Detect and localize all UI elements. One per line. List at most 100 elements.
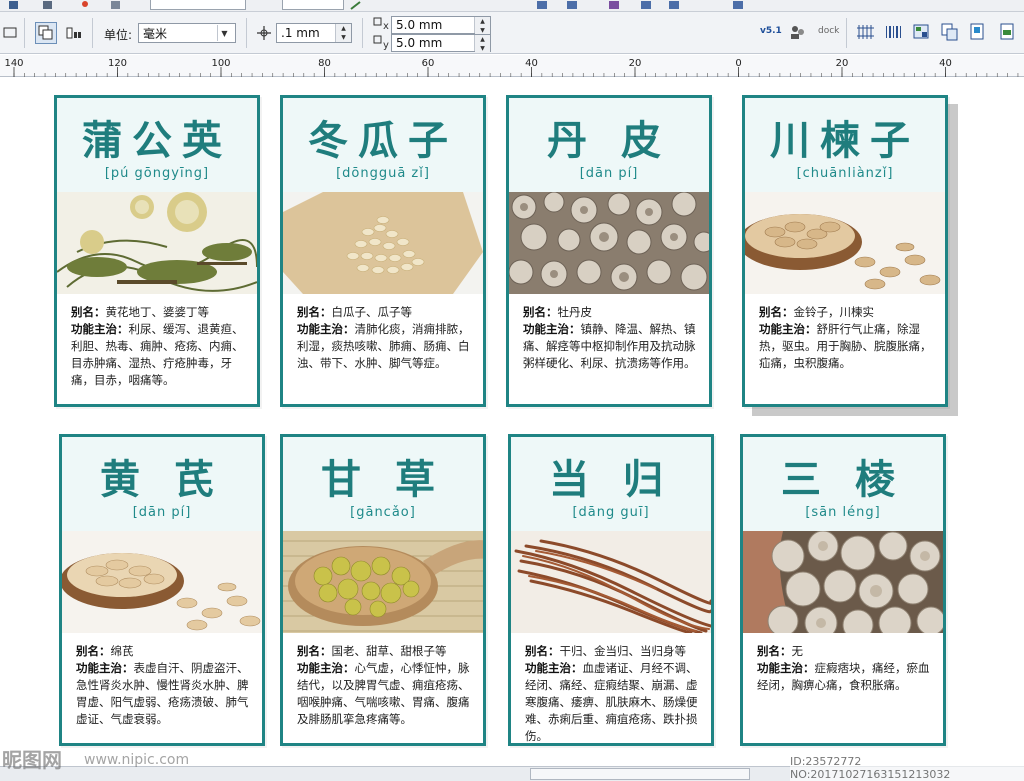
copy-icon[interactable] — [110, 1, 122, 10]
drawing-canvas[interactable]: 蒲公英 [pú gōngyīng] 别名：黄花地丁、婆婆丁等 功能主治：利尿、缓… — [0, 78, 1024, 766]
herb-card[interactable]: 三 棱 [sān léng] 别名：无 功能主治：症瘕痞块，痛经，瘀血经闭，胸痹… — [740, 434, 946, 746]
herb-description: 别名：干归、金当归、当归身等 功能主治：血虚诸证、月经不调、经闭、痛经、症瘕结聚… — [525, 643, 701, 745]
alias-label: 别名： — [71, 305, 106, 319]
horizontal-ruler[interactable]: 140 120 100 80 60 40 20 0 20 40 — [0, 55, 1024, 77]
alias-text: 国老、甜草、甜根子等 — [331, 644, 447, 658]
page-size-icon[interactable] — [2, 24, 18, 44]
separator — [362, 18, 363, 48]
import-icon[interactable] — [536, 1, 550, 10]
nudge-value: .1 mm — [281, 26, 320, 40]
function-label: 功能主治： — [759, 322, 817, 336]
watermark-id: ID:23572772 NO:20171027163151213032 — [790, 755, 1024, 781]
nudge-distance-input[interactable]: .1 mm ▲ ▼ — [276, 23, 352, 43]
separator — [246, 18, 247, 48]
barcode-icon[interactable] — [884, 22, 904, 42]
herb-name: 冬瓜子 — [308, 118, 458, 164]
alias-text: 白瓜子、瓜子等 — [331, 305, 413, 319]
group-icon[interactable] — [668, 1, 682, 10]
herb-photo-astragalus — [62, 531, 262, 633]
herb-card[interactable]: 冬瓜子 [dōngguā zǐ] 别名：白瓜子、瓜子等 功能主治：清肺化痰，消痈… — [280, 95, 486, 407]
chevron-down-icon[interactable]: ▼ — [217, 25, 231, 41]
alias-label: 别名： — [759, 305, 794, 319]
herb-photo-angelica — [511, 531, 711, 633]
current-page-button[interactable] — [63, 22, 85, 44]
herb-pinyin: [dān pí] — [132, 505, 192, 520]
herb-name: 川楝子 — [770, 118, 920, 164]
herb-card[interactable]: 当 归 [dāng guī] 别名：干归、金当归、当归身等 功能主治：血虚诸证、… — [508, 434, 714, 746]
herb-card[interactable]: 蒲公英 [pú gōngyīng] 别名：黄花地丁、婆婆丁等 功能主治：利尿、缓… — [54, 95, 260, 407]
property-bar: 单位: 毫米 ▼ .1 mm ▲ ▼ x 5.0 mm ▲ ▼ y 5.0 mm ▲… — [0, 12, 1024, 54]
order-icon[interactable] — [732, 1, 746, 10]
ruler-label: 40 — [939, 58, 952, 69]
herb-photo-sparganium — [743, 531, 943, 633]
copy-properties-icon[interactable] — [940, 22, 960, 42]
alias-text: 牡丹皮 — [557, 305, 593, 319]
herb-pinyin: [dān pí] — [579, 166, 639, 181]
watermark-logo: 昵图网 — [2, 748, 62, 772]
separator — [24, 18, 25, 48]
function-label: 功能主治： — [71, 322, 129, 336]
pages-icon — [38, 25, 53, 40]
alias-text: 金铃子，川楝实 — [793, 305, 875, 319]
dup-y-spinner[interactable]: ▲ ▼ — [474, 35, 490, 53]
snap-icon[interactable] — [350, 1, 362, 10]
unit-select[interactable]: 毫米 ▼ — [138, 23, 236, 43]
ruler-label: 0 — [735, 58, 741, 69]
layout-icon[interactable] — [912, 22, 932, 42]
duplicate-x-input[interactable]: 5.0 mm ▲ ▼ — [391, 16, 491, 35]
ruler-scale: 140 120 100 80 60 40 20 0 20 40 — [4, 58, 1019, 77]
dup-x-spinner[interactable]: ▲ ▼ — [474, 17, 490, 35]
horizontal-scrollbar[interactable] — [530, 768, 750, 780]
alias-label: 别名： — [297, 305, 332, 319]
alias-text: 无 — [791, 644, 804, 658]
align-icon[interactable] — [608, 1, 622, 10]
alias-label: 别名： — [523, 305, 558, 319]
herb-pinyin: [dōngguā zǐ] — [336, 166, 430, 181]
grid-icon[interactable] — [856, 22, 876, 42]
distribute-icon[interactable] — [640, 1, 654, 10]
herb-card[interactable]: 丹 皮 [dān pí] 别名：牡丹皮 功能主治：镇静、降温、解热、镇痛、解痉等… — [506, 95, 712, 407]
function-label: 功能主治： — [757, 661, 815, 675]
unit-value: 毫米 — [143, 26, 168, 41]
herb-card[interactable]: 川楝子 [chuānliànzǐ] 别名：金铃子，川楝实 功能主治：舒肝行气止痛… — [742, 95, 948, 407]
herb-pinyin: [dāng guī] — [572, 505, 650, 520]
ruler-label: 20 — [836, 58, 849, 69]
publish-icon[interactable] — [998, 22, 1018, 42]
function-label: 功能主治： — [297, 322, 355, 336]
herb-pinyin: [pú gōngyīng] — [104, 166, 210, 181]
herb-name: 三 棱 — [781, 457, 905, 503]
duplicate-y-input[interactable]: 5.0 mm ▲ ▼ — [391, 34, 491, 53]
herb-pinyin: [chuānliànzǐ] — [796, 166, 894, 181]
nudge-icon — [256, 25, 272, 45]
alias-label: 别名： — [757, 644, 792, 658]
function-label: 功能主治： — [76, 661, 134, 675]
users-icon[interactable] — [788, 22, 808, 42]
alias-label: 别名： — [525, 644, 560, 658]
herb-card[interactable]: 甘 草 [gāncǎo] 别名：国老、甜草、甜根子等 功能主治：心气虚，心悸怔忡… — [280, 434, 486, 746]
ruler-label: 140 — [4, 58, 23, 69]
print-icon[interactable] — [42, 1, 54, 10]
dup-x-value: 5.0 mm — [396, 18, 443, 32]
export-icon[interactable] — [566, 1, 580, 10]
watermark-url: www.nipic.com — [84, 752, 190, 768]
herb-photo-licorice — [283, 531, 483, 633]
function-label: 功能主治： — [297, 661, 355, 675]
cut-icon[interactable] — [80, 1, 90, 10]
herb-description: 别名：黄花地丁、婆婆丁等 功能主治：利尿、缓泻、退黄疸、利胆、热毒、痈肿、疮疡、… — [71, 304, 247, 389]
zoom-field[interactable] — [150, 0, 246, 10]
all-pages-button[interactable] — [35, 22, 57, 44]
dock-icon[interactable]: dock — [818, 26, 839, 36]
save-icon[interactable] — [8, 1, 20, 10]
ruler-label: 40 — [525, 58, 538, 69]
snap-field[interactable] — [282, 0, 344, 10]
version-icon[interactable]: v5.1 — [760, 26, 782, 36]
herb-name: 丹 皮 — [547, 118, 671, 164]
function-label: 功能主治： — [523, 322, 581, 336]
ruler-label: 100 — [211, 58, 230, 69]
nudge-spinner[interactable]: ▲ ▼ — [335, 24, 351, 42]
alias-text: 黄花地丁、婆婆丁等 — [105, 305, 210, 319]
unit-label: 单位: — [104, 28, 133, 42]
page-setup-icon[interactable] — [968, 22, 988, 42]
herb-card[interactable]: 黄 芪 [dān pí] 别名：绵芪 功能主治：表虚自汗、阴虚盗汗、急性肾炎水肿… — [59, 434, 265, 746]
herb-name: 蒲公英 — [82, 118, 232, 164]
